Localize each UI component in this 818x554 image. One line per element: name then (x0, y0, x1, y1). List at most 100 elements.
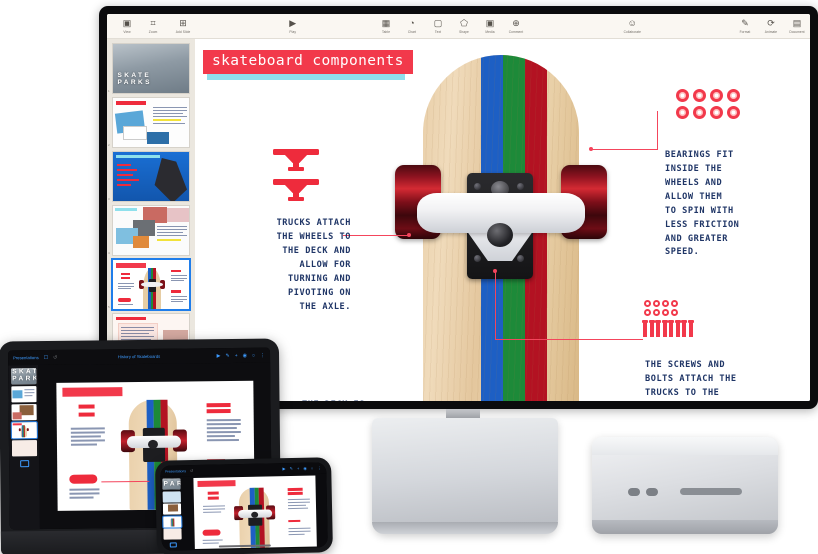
toolbar-shape-label: Shape (459, 30, 469, 35)
toolbar-right-group: ✎ Format ⟳ Animate ▤ Document (732, 17, 810, 35)
slide-thumb-4-wrap: 4 (108, 205, 190, 256)
more-icon[interactable]: ⋮ (317, 465, 321, 470)
leader-dot-bearings (589, 147, 593, 151)
format-icon[interactable]: ✎ (290, 466, 293, 471)
slide-thumbnail-5[interactable] (111, 258, 191, 311)
slide-thumbnail-1[interactable] (112, 43, 190, 94)
nut-icon (653, 309, 660, 316)
ipad-slide-thumbnail-2[interactable] (10, 386, 37, 403)
comment-icon[interactable]: ○ (252, 352, 255, 358)
leader-line-bearings-vertical (657, 111, 658, 149)
bolt-icon (661, 320, 668, 337)
toolbar-text-button[interactable]: ▢ Text (425, 18, 451, 34)
slide-thumbnail-3[interactable] (112, 151, 190, 202)
chart-icon: ◔ (409, 17, 415, 28)
toolbar-view-button[interactable]: ▣ View (114, 17, 140, 34)
view-icon: ▣ (122, 17, 132, 28)
mac-studio (592, 437, 778, 534)
ipad-add-slide-icon[interactable] (19, 460, 29, 468)
slide-thumbnail-4[interactable] (112, 205, 190, 256)
leader-line-screws (495, 339, 643, 340)
toolbar-zoom-button[interactable]: ⌗ Zoom (140, 18, 166, 35)
bearing-ring (710, 89, 723, 102)
play-icon[interactable]: ▶ (217, 353, 221, 359)
comment-icon[interactable]: ○ (311, 466, 314, 471)
nut-icon (644, 309, 651, 316)
iphone-back-label[interactable]: Presentations (165, 469, 186, 473)
usb-port-1 (628, 488, 640, 496)
toolbar-table-label: Table (381, 30, 391, 35)
toolbar-document-button[interactable]: ▤ Document (784, 18, 810, 35)
ipad-slide-thumbnail-5[interactable] (11, 440, 37, 457)
iphone-slide-navigator[interactable] (160, 476, 184, 550)
toolbar-insert-group: ▦ Table ◔ Chart ▢ Text ⬠ Shape ▣ Media ⊕… (373, 17, 529, 35)
bolt-icon (668, 320, 674, 337)
toolbar-zoom-label: Zoom (148, 30, 158, 35)
more-icon[interactable]: ⋮ (260, 352, 265, 358)
toolbar-collaborate-label: Collaborate (623, 30, 641, 35)
toolbar-media-button[interactable]: ▣ Media (477, 18, 503, 34)
nut-icon (671, 309, 678, 316)
ipad-slide-thumbnail-4[interactable] (10, 421, 37, 439)
leader-dot-trucks (407, 233, 411, 237)
toolbar-add-slide-label: Add Slide (175, 30, 191, 35)
iphone-slide-thumbnail-3[interactable] (162, 503, 182, 515)
toolbar-chart-button[interactable]: ◔ Chart (399, 17, 425, 35)
toolbar-play-label: Play (289, 30, 297, 35)
skateboard-image[interactable] (395, 55, 607, 401)
toolbar-chart-label: Chart (407, 30, 417, 35)
leader-line-bearings (591, 149, 658, 150)
toolbar-table-button[interactable]: ▦ Table (373, 18, 399, 35)
toolbar-format-button[interactable]: ✎ Format (732, 17, 758, 34)
slide-thumb-1-wrap: 1 (108, 43, 190, 94)
iphone-slide[interactable] (193, 474, 317, 549)
ipad-slide-navigator[interactable] (8, 365, 40, 530)
callout-trucks-text[interactable]: TRUCKS ATTACH THE WHEELS TO THE DECK AND… (201, 217, 351, 314)
iphone-add-slide-icon[interactable] (169, 541, 177, 548)
ipad-toolbar-icons: ▶ ✎ + ◉ ○ ⋮ (217, 352, 265, 359)
format-icon[interactable]: ✎ (225, 353, 229, 359)
callout-screws-text[interactable]: THE SCREWS AND BOLTS ATTACH THE TRUCKS T… (645, 359, 810, 401)
mac-studio-top (592, 437, 778, 455)
toolbar-animate-button[interactable]: ⟳ Animate (758, 17, 784, 34)
toolbar-document-label: Document (789, 30, 805, 35)
toolbar-shape-button[interactable]: ⬠ Shape (451, 17, 477, 35)
nut-icon (662, 309, 669, 316)
insert-icon[interactable]: + (297, 466, 299, 471)
format-icon: ✎ (741, 17, 749, 28)
iphone-device: Presentations ↺ ▶ ✎ + ◉ ○ ⋮ (155, 457, 333, 554)
toolbar-play-button[interactable]: ▶ Play (281, 17, 304, 35)
iphone-slide-thumbnail-1[interactable] (162, 478, 181, 490)
usb-port-2 (646, 488, 658, 496)
iphone-slide-thumbnail-5[interactable] (163, 528, 182, 540)
play-icon: ▶ (289, 17, 297, 28)
nuts-icon-group (644, 300, 678, 316)
bolt-icon (655, 320, 661, 337)
bearing-ring (710, 106, 723, 119)
shape-icon: ⬠ (460, 17, 468, 28)
media-icon[interactable]: ◉ (303, 466, 307, 471)
collaborate-icon: ☺ (627, 17, 637, 28)
toolbar-add-slide-button[interactable]: ⊞ Add Slide (166, 18, 200, 35)
iphone-screen: Presentations ↺ ▶ ✎ + ◉ ○ ⋮ (160, 462, 328, 551)
leader-line-screws-vertical (495, 271, 496, 340)
iphone-toolbar-icons: ▶ ✎ + ◉ ○ ⋮ (282, 465, 321, 471)
toolbar-collaborate-button[interactable]: ☺ Collaborate (617, 17, 647, 35)
insert-icon[interactable]: + (235, 352, 238, 358)
media-icon[interactable]: ◉ (243, 352, 247, 358)
bearing-ring (676, 106, 689, 119)
slide-thumbnail-2[interactable] (112, 97, 190, 148)
bearing-ring (676, 89, 689, 102)
iphone-slide-thumbnail-2[interactable] (162, 490, 181, 503)
animate-icon: ⟳ (767, 17, 775, 28)
slide-canvas[interactable]: skateboard components TRUCKS ATTACH THE … (195, 39, 810, 401)
callout-bearings-text[interactable]: BEARINGS FIT INSIDE THE WHEELS AND ALLOW… (665, 149, 810, 260)
ipad-slide-thumbnail-3[interactable] (11, 404, 37, 421)
iphone-undo-icon[interactable]: ↺ (190, 468, 193, 473)
slide-title[interactable]: skateboard components (203, 50, 413, 74)
toolbar-left-group: ▣ View ⌗ Zoom ⊞ Add Slide (114, 17, 200, 35)
play-icon[interactable]: ▶ (282, 466, 285, 471)
toolbar-comment-button[interactable]: ⊕ Comment (503, 18, 529, 34)
ipad-slide-thumbnail-1[interactable] (10, 368, 36, 385)
iphone-slide-thumbnail-4[interactable] (162, 515, 183, 528)
